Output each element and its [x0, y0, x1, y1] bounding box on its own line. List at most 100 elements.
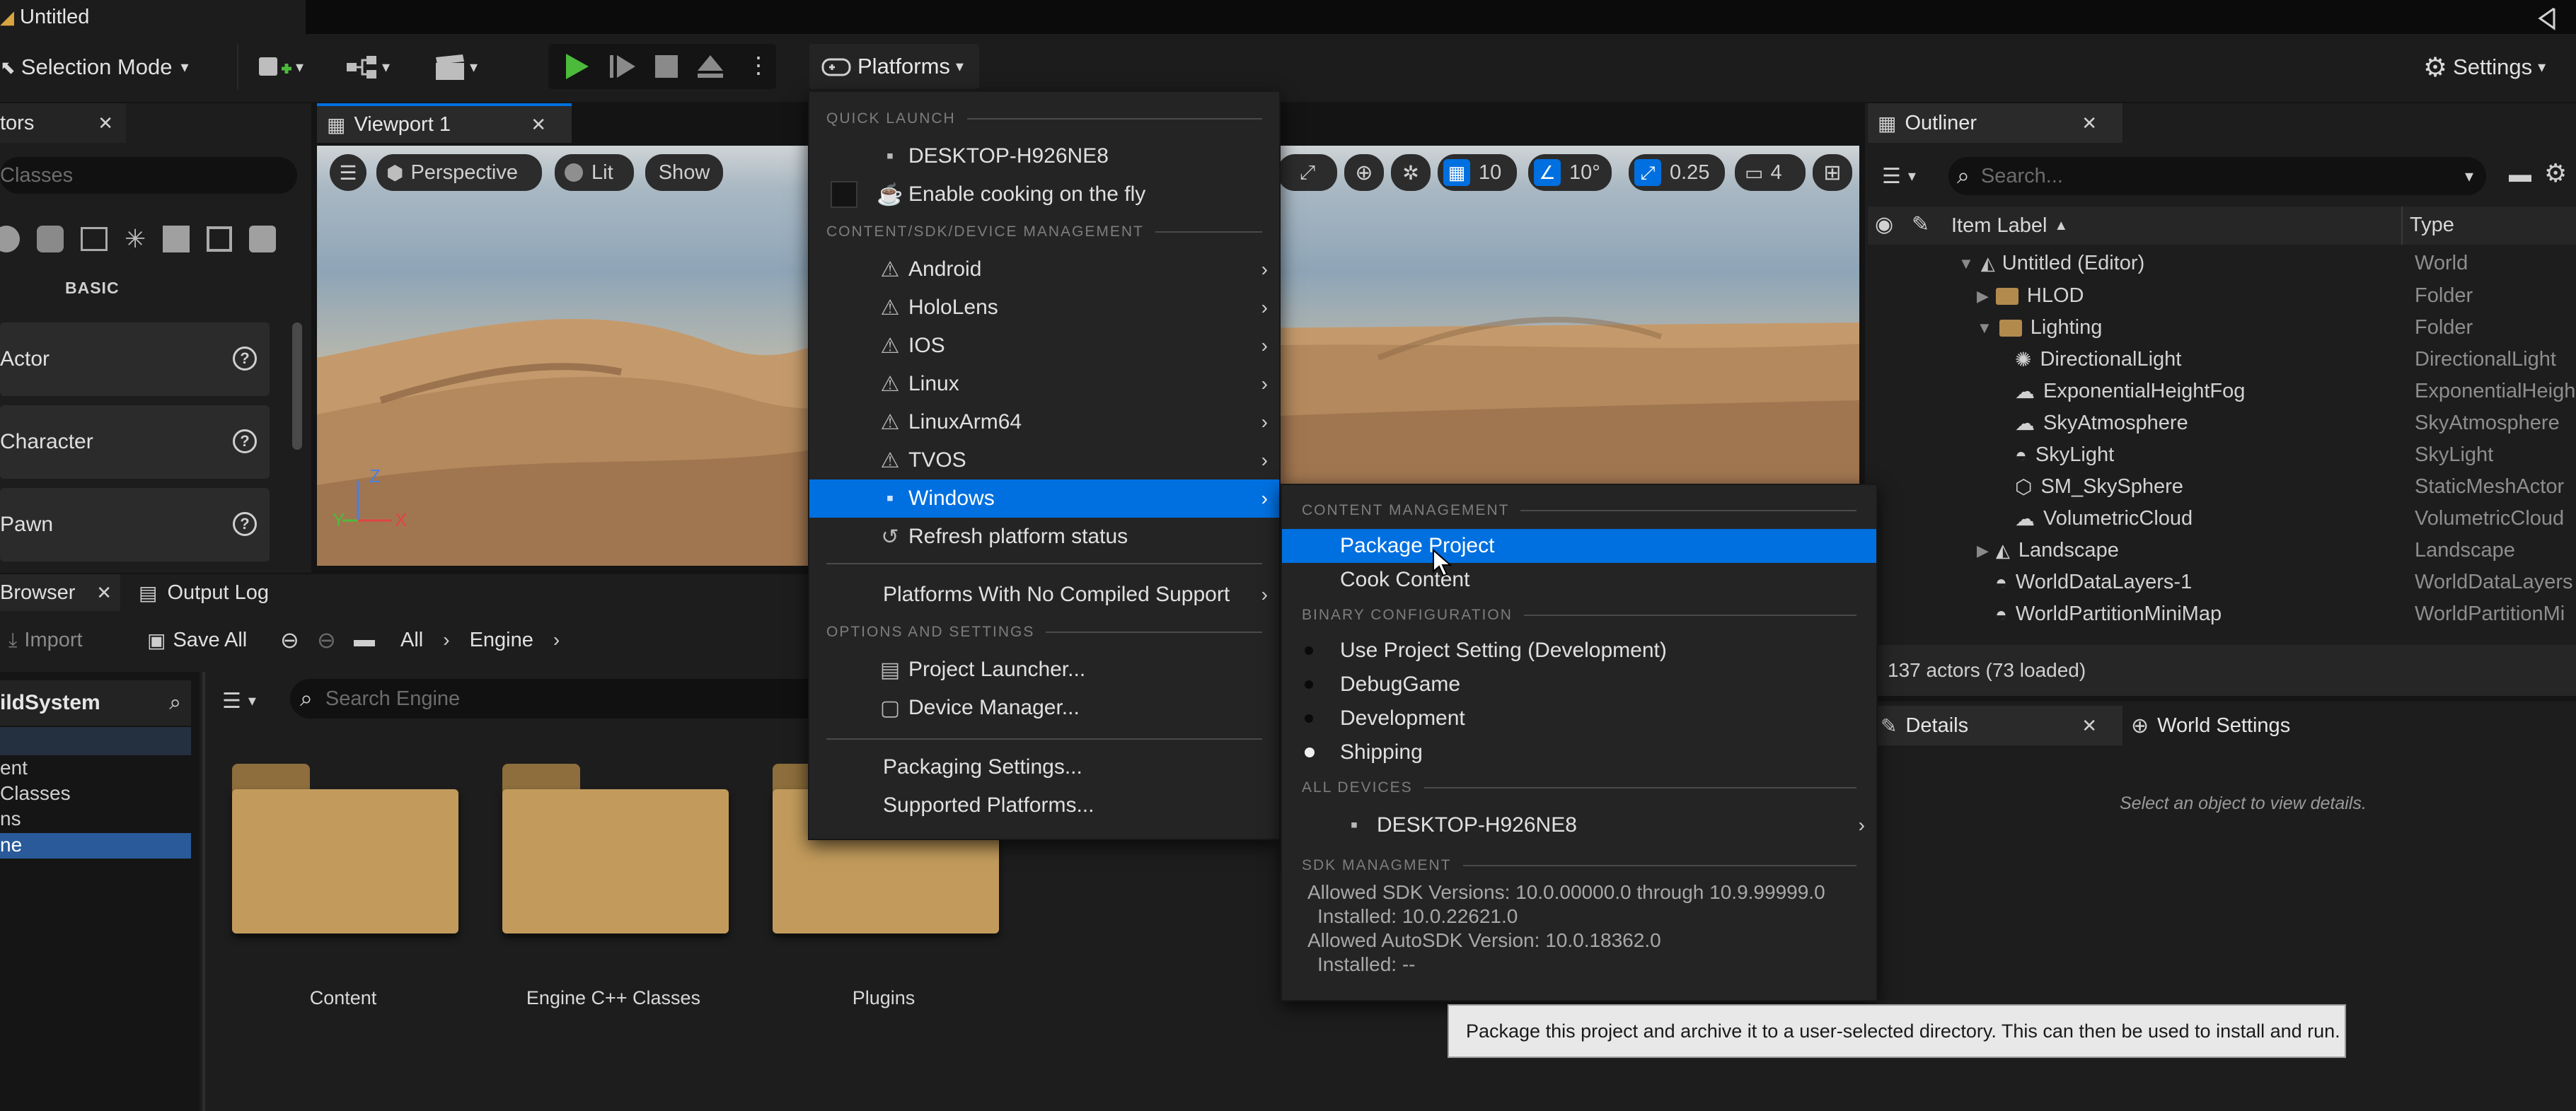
device-launch-item[interactable]: ▪ DESKTOP-H926NE8	[809, 137, 1279, 175]
grid-snap-toggle[interactable]: ▦ 10	[1438, 154, 1517, 191]
camera-speed-button[interactable]: ▭ 4	[1735, 154, 1806, 191]
step-button[interactable]	[607, 51, 638, 82]
engine-search-input[interactable]: ⌕ Search Engine	[290, 679, 828, 719]
cook-content-item[interactable]: Cook Content	[1282, 563, 1876, 597]
platforms-button[interactable]: Platforms ▾	[809, 44, 979, 89]
item-label-column-header[interactable]: Item Label ▲	[1951, 207, 2068, 245]
visibility-column-icon[interactable]: ◉	[1875, 212, 1893, 237]
project-launcher-item[interactable]: ▤ Project Launcher...	[809, 651, 1279, 689]
shapes-category-icon[interactable]	[37, 226, 64, 252]
history-back-button[interactable]: ⊖	[280, 622, 299, 658]
expand-arrow-icon[interactable]: ▼	[1958, 255, 1974, 273]
settings-button[interactable]: ⚙ Settings ▾	[2423, 50, 2546, 85]
search-icon[interactable]: ⌕	[169, 691, 181, 715]
eject-button[interactable]	[695, 51, 726, 82]
expand-arrow-icon[interactable]: ▼	[1977, 319, 1992, 337]
gear-icon[interactable]: ⚙	[2544, 158, 2567, 188]
world-local-toggle[interactable]: ⊕	[1344, 154, 1384, 191]
refresh-platform-status-item[interactable]: ↺ Refresh platform status	[809, 518, 1279, 556]
visual-effects-category-icon[interactable]: ✳	[125, 224, 146, 254]
light-category-icon[interactable]	[0, 226, 20, 252]
surface-snap-toggle[interactable]: ✲	[1391, 154, 1431, 191]
header-column-divider[interactable]	[2401, 207, 2403, 245]
breadcrumb-all[interactable]: All	[400, 629, 423, 652]
content-browser-tab[interactable]: Browser ✕	[0, 574, 120, 611]
history-forward-button[interactable]: ⊖	[317, 622, 336, 658]
viewport-tab[interactable]: ▦ Viewport 1 ✕	[317, 103, 572, 143]
folder-tile[interactable]: Content	[226, 757, 460, 1008]
platform-item-linuxarm64[interactable]: ⚠ LinuxArm64 ›	[809, 403, 1279, 441]
more-options-icon[interactable]: ⋮	[747, 51, 770, 82]
device-manager-item[interactable]: ▢ Device Manager...	[809, 689, 1279, 727]
supported-platforms-item[interactable]: Supported Platforms...	[809, 786, 1279, 825]
outliner-tab[interactable]: ▦ Outliner ✕	[1868, 103, 2122, 143]
config-item-shipping[interactable]: Shipping	[1282, 735, 1876, 769]
platform-item-windows[interactable]: ▪ Windows ›	[809, 479, 1279, 518]
outliner-row[interactable]: ▼ ◭ Untitled (Editor)	[1958, 248, 2144, 279]
pawn-item[interactable]: Pawn ?	[0, 488, 270, 562]
outliner-row[interactable]: ◓ WorldPartitionMiniMap	[1995, 598, 2222, 630]
outliner-search-input[interactable]: ⌕ Search... ▾	[1948, 157, 2486, 195]
source-tree-item[interactable]: Classes	[0, 782, 71, 805]
filter-button[interactable]: ☰ ▾	[222, 685, 256, 717]
outliner-row[interactable]: ⬡ SM_SkySphere	[2015, 471, 2183, 503]
expand-arrow-icon[interactable]: ▶	[1977, 542, 1989, 560]
pin-column-icon[interactable]: ✎	[1912, 212, 1929, 237]
sources-selected-row[interactable]	[0, 727, 191, 755]
actor-item[interactable]: Actor ?	[0, 322, 270, 396]
platform-item-android[interactable]: ⚠ Android ›	[809, 250, 1279, 289]
perspective-button[interactable]: ⬢ Perspective	[376, 154, 542, 191]
close-icon[interactable]: ✕	[98, 112, 113, 134]
expand-arrow-icon[interactable]: ▶	[1977, 287, 1989, 306]
outliner-row[interactable]: ☁ SkyAtmosphere	[2015, 407, 2188, 439]
place-actors-tab[interactable]: tors ✕	[0, 103, 126, 143]
world-settings-tab[interactable]: ⊕ World Settings	[2131, 706, 2343, 745]
play-button[interactable]	[560, 51, 591, 82]
character-item[interactable]: Character ?	[0, 405, 270, 479]
import-button[interactable]: ⤓ Import	[0, 622, 83, 658]
close-icon[interactable]: ✕	[2081, 715, 2097, 737]
maximize-icon[interactable]: ⤢	[1300, 161, 1315, 185]
volumes-category-icon[interactable]	[207, 226, 233, 252]
all-devices-item[interactable]: ▪ DESKTOP-H926NE8 ›	[1282, 806, 1876, 844]
rotation-snap-toggle[interactable]: ∠ 10°	[1528, 154, 1612, 191]
blueprint-button[interactable]: ▾	[345, 50, 390, 85]
folder-tile[interactable]: Engine C++ Classes	[497, 757, 730, 1008]
outliner-row[interactable]: ✺ DirectionalLight	[2015, 344, 2181, 376]
source-tree-item[interactable]: ns	[0, 808, 21, 830]
viewport-options-button[interactable]: ☰	[330, 154, 366, 191]
outliner-row[interactable]: ▼ Lighting	[1977, 312, 2102, 344]
classes-search-input[interactable]: Classes	[0, 157, 297, 194]
geometry-category-icon[interactable]	[163, 226, 190, 252]
top-right-arrow-icon[interactable]	[2531, 3, 2563, 34]
save-all-button[interactable]: ▣ Save All	[147, 622, 247, 658]
cinematics-button[interactable]: ▾	[433, 50, 478, 85]
close-icon[interactable]: ✕	[2081, 112, 2097, 134]
output-log-tab[interactable]: ▤ Output Log	[139, 574, 308, 611]
scale-snap-toggle[interactable]: ⤢ 0.25	[1629, 154, 1725, 191]
help-icon[interactable]: ?	[233, 512, 257, 536]
outliner-row[interactable]: ▶ HLOD	[1977, 280, 2084, 312]
close-icon[interactable]: ✕	[96, 582, 112, 604]
close-icon[interactable]: ✕	[531, 114, 546, 136]
outliner-filter-button[interactable]: ☰ ▾	[1882, 158, 1916, 194]
chevron-right-icon[interactable]: ›	[443, 629, 449, 651]
all-classes-category-icon[interactable]	[249, 226, 277, 252]
add-actor-button[interactable]: ▾	[256, 50, 304, 85]
platform-item-tvos[interactable]: ⚠ TVOS ›	[809, 441, 1279, 479]
platform-item-ios[interactable]: ⚠ IOS ›	[809, 327, 1279, 365]
config-item-debuggame[interactable]: DebugGame	[1282, 668, 1876, 702]
config-item-project-setting[interactable]: Use Project Setting (Development)	[1282, 634, 1876, 668]
level-tab[interactable]: ◢ Untitled	[0, 0, 306, 34]
add-folder-icon[interactable]: ▬	[2509, 161, 2531, 187]
platform-item-hololens[interactable]: ⚠ HoloLens ›	[809, 289, 1279, 327]
chevron-right-icon[interactable]: ›	[553, 629, 560, 651]
outliner-row[interactable]: ▶ ◭ Landscape	[1977, 535, 2119, 566]
selection-mode-button[interactable]: ⬉ Selection Mode ▾	[0, 50, 189, 85]
cooking-on-the-fly-item[interactable]: ☕ Enable cooking on the fly	[809, 175, 1279, 214]
show-button[interactable]: Show	[645, 154, 723, 191]
source-tree-item-selected[interactable]: ne	[0, 833, 191, 859]
no-compiled-support-item[interactable]: Platforms With No Compiled Support ›	[809, 576, 1279, 614]
outliner-row[interactable]: ☁ ExponentialHeightFog	[2015, 376, 2245, 407]
outliner-row[interactable]: ☁ VolumetricCloud	[2015, 503, 2193, 535]
